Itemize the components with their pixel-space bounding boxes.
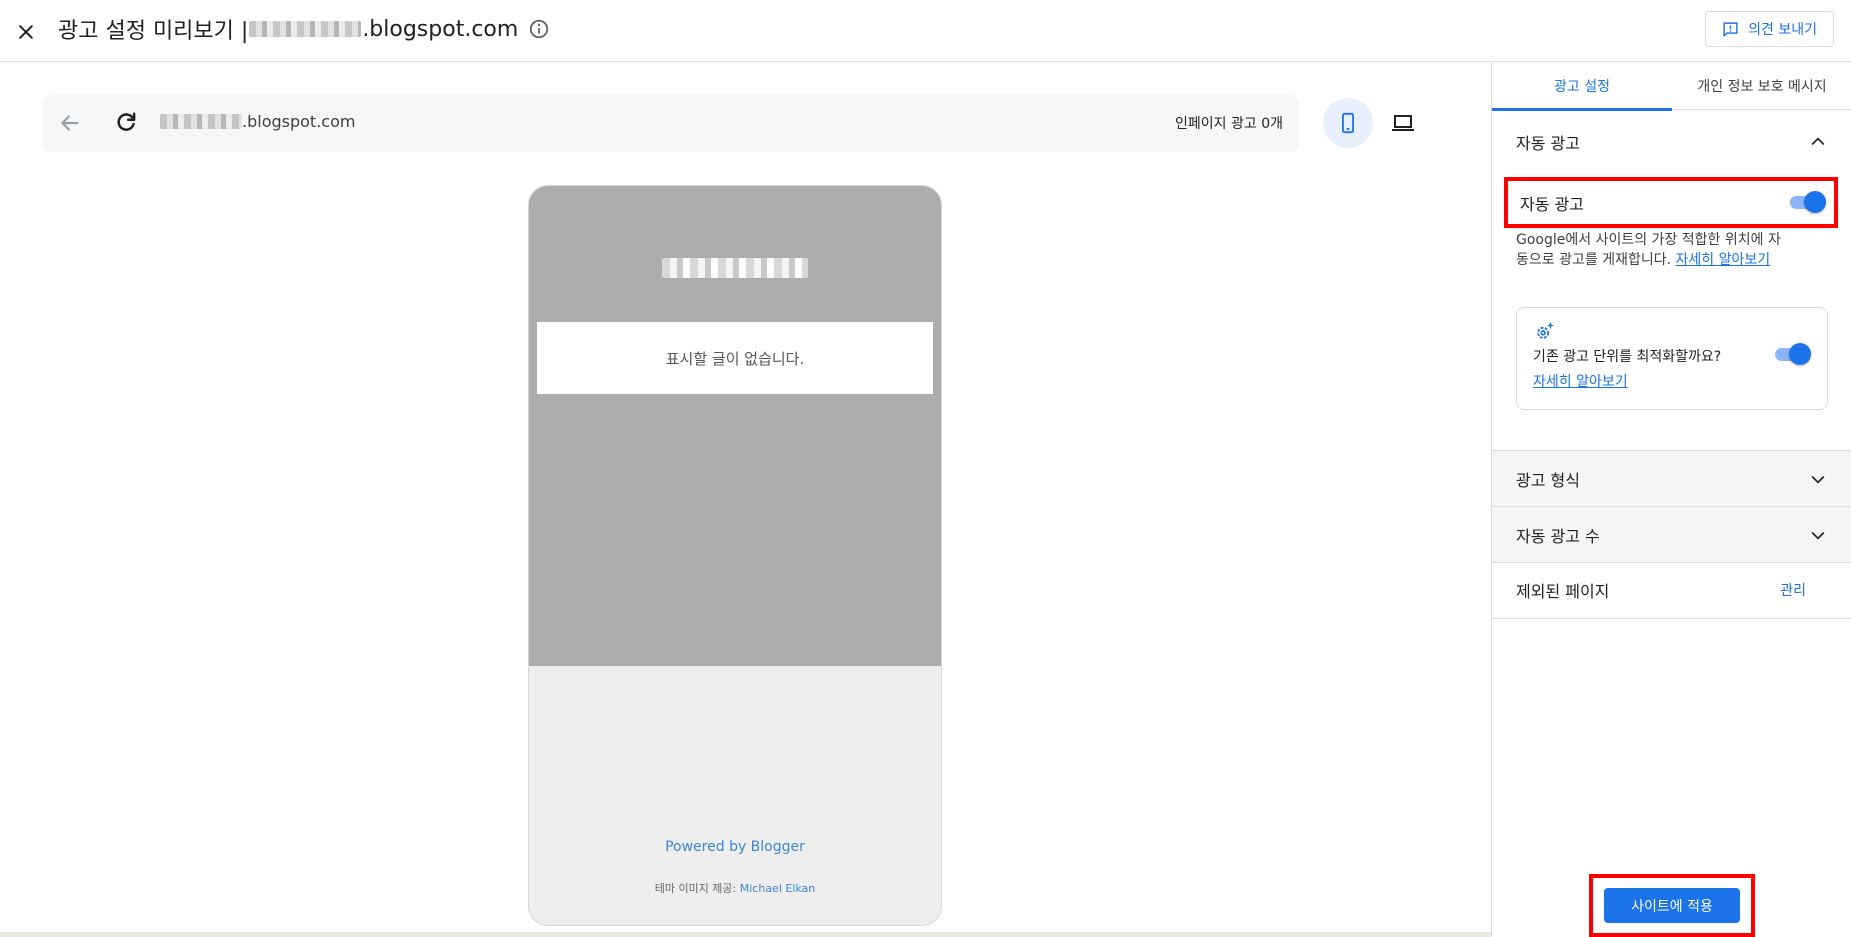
mobile-preview-frame: 표시할 글이 없습니다. Powered by Blogger 테마 이미지 제… <box>528 185 942 926</box>
ad-load-section-header[interactable]: 자동 광고 수 <box>1492 507 1851 562</box>
theme-credit: 테마 이미지 제공: Michael Elkan <box>529 880 941 896</box>
bottom-strip <box>0 932 1491 937</box>
ad-formats-title: 광고 형식 <box>1516 470 1580 490</box>
back-button[interactable] <box>57 110 83 140</box>
auto-ads-description: Google에서 사이트의 가장 적합한 위치에 자동으로 광고를 게재합니다.… <box>1516 230 1786 270</box>
back-arrow-icon <box>61 115 79 131</box>
tab-ad-settings[interactable]: 광고 설정 <box>1492 62 1672 111</box>
chevron-down-icon <box>1811 531 1825 540</box>
preview-url-domain: .blogspot.com <box>242 112 356 131</box>
panel-tabs: 광고 설정 개인 정보 보호 메시지 <box>1492 62 1851 111</box>
apply-to-site-button[interactable]: 사이트에 적용 <box>1604 888 1740 923</box>
inpage-ads-count: 인페이지 광고 0개 <box>1175 116 1283 132</box>
top-bar: 광고 설정 미리보기 | .blogspot.com 의견 보내기 <box>0 0 1851 62</box>
mobile-device-icon <box>1342 112 1354 134</box>
feedback-icon <box>1723 21 1738 37</box>
preview-url: .blogspot.com <box>160 112 355 131</box>
desktop-device-icon <box>1392 115 1414 131</box>
theme-credit-prefix: 테마 이미지 제공: <box>654 882 737 895</box>
optimize-ad-units-label: 기존 광고 단위를 최적화할까요? <box>1533 349 1722 365</box>
excluded-pages-title: 제외된 페이지 <box>1516 582 1610 601</box>
ad-load-title: 자동 광고 수 <box>1516 526 1600 546</box>
auto-ads-toggle-label: 자동 광고 <box>1520 195 1584 214</box>
ad-settings-panel: 광고 설정 개인 정보 보호 메시지 자동 광고 자동 광고 Google에서 … <box>1491 62 1851 937</box>
optimize-ad-units-toggle[interactable] <box>1773 343 1811 365</box>
reload-button[interactable] <box>113 110 139 140</box>
chevron-down-icon <box>1811 475 1825 484</box>
desktop-view-button[interactable] <box>1378 98 1428 148</box>
excluded-pages-row: 제외된 페이지 관리 <box>1492 562 1851 618</box>
section-divider <box>1492 618 1851 619</box>
send-feedback-label: 의견 보내기 <box>1748 22 1817 38</box>
auto-ads-toggle-knob <box>1804 191 1826 213</box>
chevron-up-icon <box>1811 137 1825 146</box>
mobile-view-button[interactable] <box>1323 98 1373 148</box>
optimize-ad-units-card: 기존 광고 단위를 최적화할까요? 자세히 알아보기 <box>1516 307 1828 410</box>
page-title: 광고 설정 미리보기 | .blogspot.com <box>58 13 550 45</box>
powered-by-blogger-link[interactable]: Powered by Blogger <box>529 839 941 855</box>
redacted-url-name <box>160 114 242 129</box>
page-title-domain: .blogspot.com <box>362 16 519 42</box>
sparkle-gear-icon <box>1537 321 1555 339</box>
redacted-site-name <box>249 21 362 37</box>
close-icon <box>19 25 33 39</box>
ad-formats-section-header[interactable]: 광고 형식 <box>1492 451 1851 506</box>
empty-posts-message: 표시할 글이 없습니다. <box>665 349 805 368</box>
redacted-blog-title <box>662 258 808 278</box>
empty-posts-card: 표시할 글이 없습니다. <box>537 322 933 394</box>
close-button[interactable] <box>8 14 44 50</box>
optimize-toggle-knob <box>1789 343 1811 365</box>
optimize-learn-more-link[interactable]: 자세히 알아보기 <box>1533 371 1628 391</box>
info-icon[interactable] <box>528 18 550 40</box>
reload-icon <box>117 112 136 131</box>
apply-highlight-frame: 사이트에 적용 <box>1589 874 1755 937</box>
auto-ads-section-title: 자동 광고 <box>1516 134 1580 153</box>
preview-address-bar: .blogspot.com 인페이지 광고 0개 <box>43 95 1299 152</box>
auto-ads-learn-more-link[interactable]: 자세히 알아보기 <box>1675 252 1770 268</box>
tab-privacy-messages[interactable]: 개인 정보 보호 메시지 <box>1672 62 1851 110</box>
auto-ads-toggle[interactable] <box>1788 191 1826 213</box>
blog-header-area: 표시할 글이 없습니다. <box>529 186 941 666</box>
auto-ads-section-header[interactable]: 자동 광고 <box>1492 114 1851 170</box>
manage-excluded-pages-link[interactable]: 관리 <box>1780 580 1806 600</box>
send-feedback-button[interactable]: 의견 보내기 <box>1705 11 1834 47</box>
theme-credit-author-link[interactable]: Michael Elkan <box>740 882 816 895</box>
page-title-prefix: 광고 설정 미리보기 | <box>58 19 249 44</box>
auto-ads-toggle-row: 자동 광고 <box>1504 177 1838 228</box>
